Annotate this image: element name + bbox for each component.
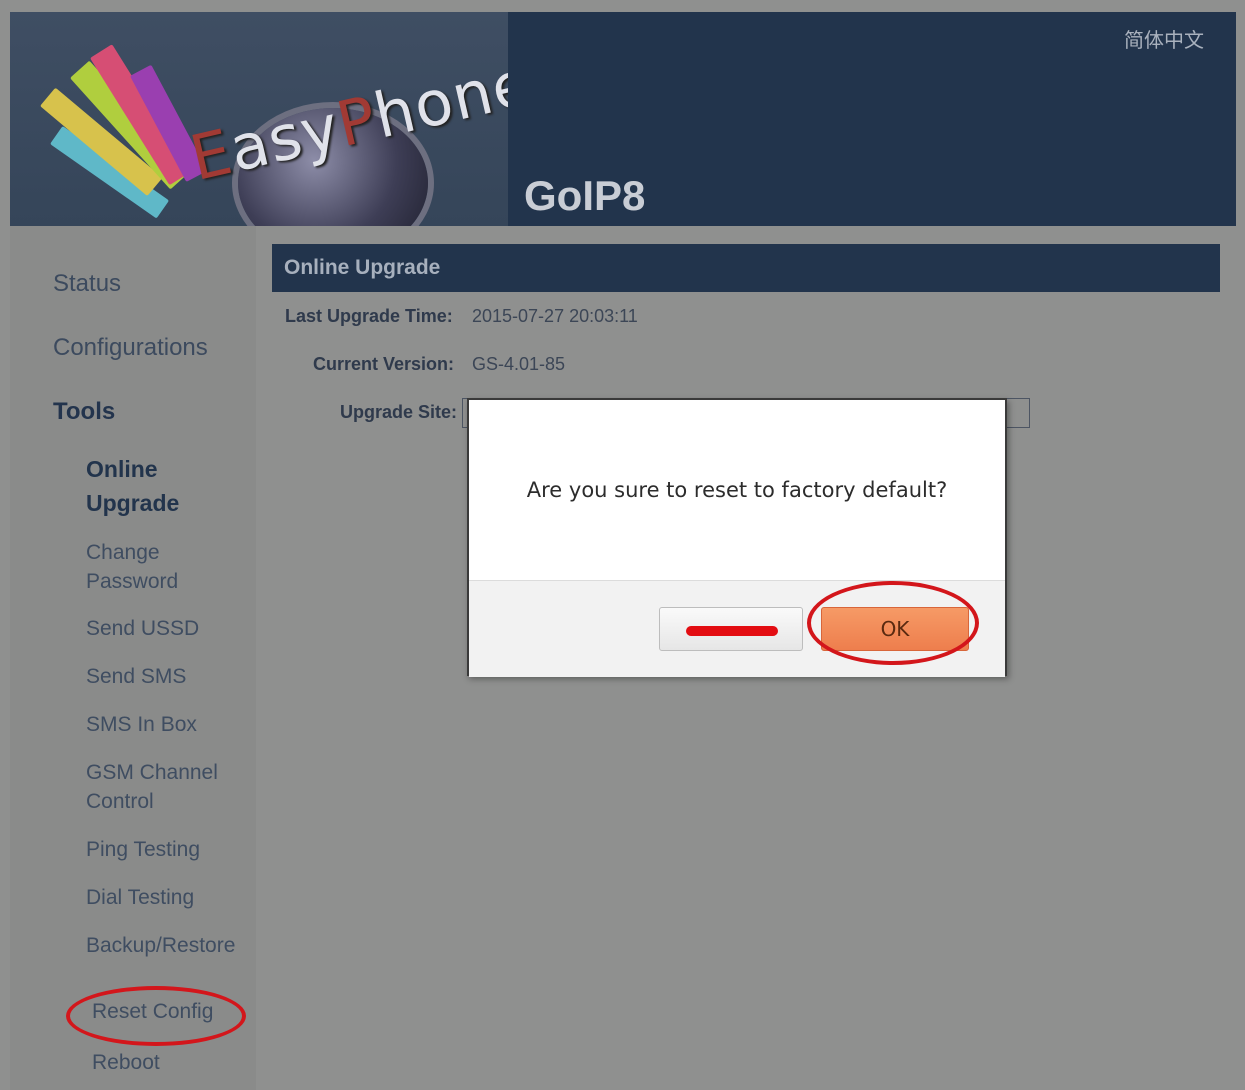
language-link[interactable]: 简体中文	[1124, 24, 1204, 53]
sidebar-item-sms-in-box[interactable]: SMS In Box	[86, 710, 197, 739]
current-version-label: Current Version:	[313, 354, 455, 374]
sidebar-item-gsm-channel-control[interactable]: GSM Channel Control	[86, 758, 218, 816]
confirm-dialog: Are you sure to reset to factory default…	[467, 398, 1007, 677]
sidebar-item-label: GSM Channel	[86, 761, 218, 784]
easyphone-logo: EasyPhone	[10, 12, 508, 226]
reset-config-highlight-circle	[66, 986, 246, 1046]
sidebar-item-backup-restore[interactable]: Backup/Restore	[86, 931, 235, 960]
last-upgrade-label: Last Upgrade Time:	[285, 306, 453, 326]
sidebar-item-online-upgrade[interactable]: Online Upgrade	[86, 452, 179, 520]
last-upgrade-value: 2015-07-27 20:03:11	[472, 306, 638, 326]
nav-status[interactable]: Status	[53, 270, 121, 298]
header-banner: EasyPhone GoIP8 简体中文	[10, 12, 1236, 226]
nav-configurations[interactable]: Configurations	[53, 334, 208, 362]
sidebar-item-reboot[interactable]: Reboot	[92, 1048, 160, 1077]
current-version-value: GS-4.01-85	[472, 354, 566, 374]
page-title: Online Upgrade	[284, 256, 441, 279]
cancel-button[interactable]	[659, 607, 803, 651]
dialog-message: Are you sure to reset to factory default…	[526, 478, 948, 502]
product-name: GoIP8	[524, 172, 646, 219]
sidebar-item-label: Upgrade	[86, 490, 180, 516]
dialog-footer: OK	[469, 580, 1005, 677]
sidebar: Status Configurations Tools Online Upgra…	[10, 226, 256, 1090]
sidebar-item-dial-testing[interactable]: Dial Testing	[86, 883, 194, 912]
sidebar-item-label: Change	[86, 541, 160, 564]
sidebar-item-label: Control	[86, 790, 154, 813]
upgrade-site-label: Upgrade Site:	[340, 402, 458, 422]
ok-highlight-circle	[807, 581, 979, 665]
sidebar-item-send-ussd[interactable]: Send USSD	[86, 614, 199, 643]
panel-header: Online Upgrade	[272, 244, 1220, 292]
sidebar-item-send-sms[interactable]: Send SMS	[86, 662, 186, 691]
sidebar-item-change-password[interactable]: Change Password	[86, 538, 178, 596]
sidebar-item-label: Online	[86, 456, 158, 482]
nav-tools[interactable]: Tools	[53, 398, 115, 426]
sidebar-item-label: Password	[86, 570, 179, 593]
sidebar-item-ping-testing[interactable]: Ping Testing	[86, 835, 200, 864]
redaction-scribble	[686, 626, 778, 636]
